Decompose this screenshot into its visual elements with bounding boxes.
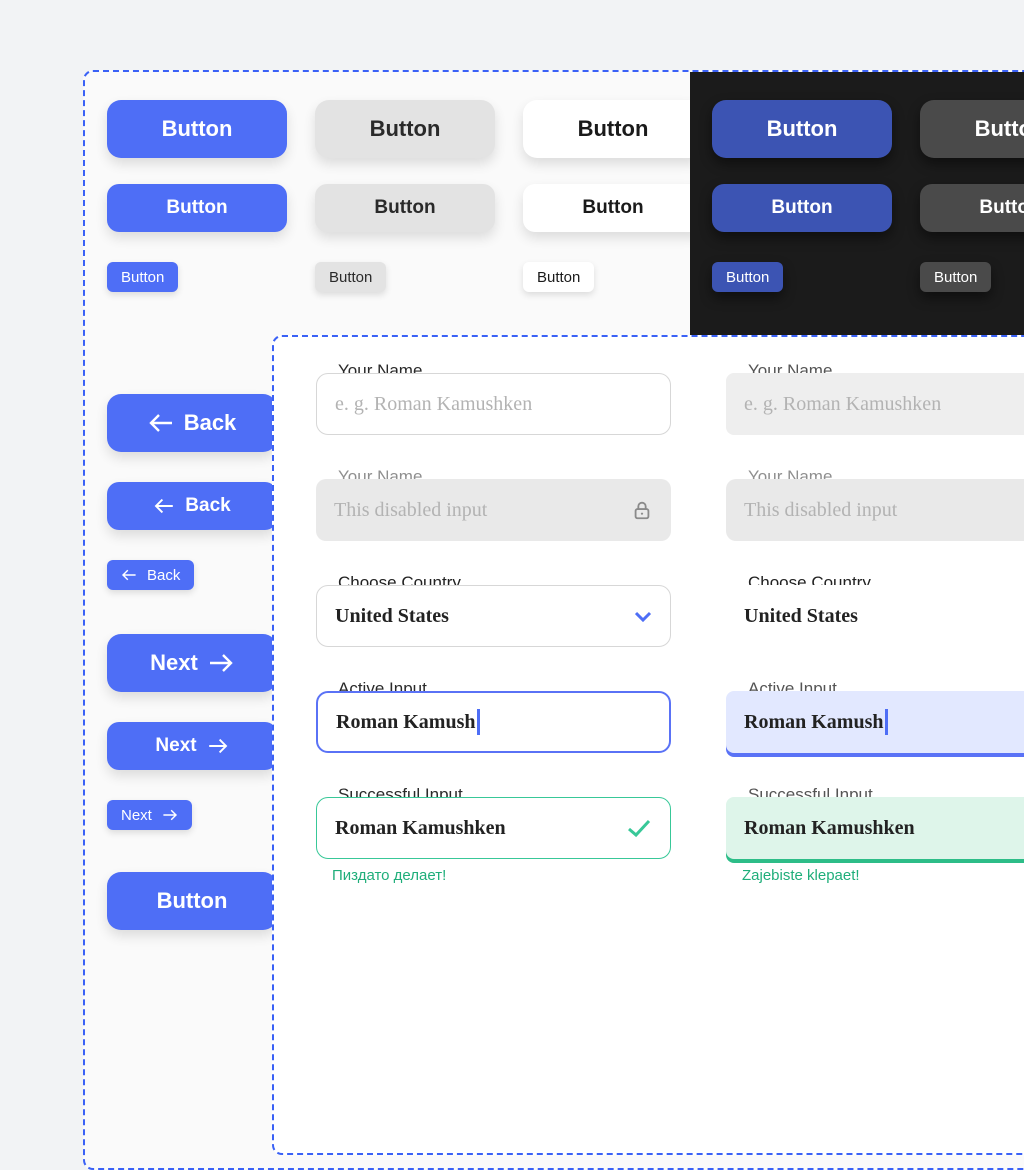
country-select-flat: Choose Country United States [726,585,1024,647]
arrow-left-icon [153,498,175,514]
active-input[interactable]: Roman Kamush [316,691,671,753]
name-field-flat: Your Name e. g. Roman Kamushken [726,373,1024,435]
button-tertiary-sm[interactable]: Button [523,262,594,292]
arrow-right-icon [207,738,229,754]
active-value: Roman Kamush [336,711,475,734]
active-value: Roman Kamush [744,711,883,734]
disabled-value: This disabled input [744,499,897,522]
text-caret [885,709,888,735]
next-button-md[interactable]: Next [107,722,277,770]
button-primary-md-dark[interactable]: Button [712,184,892,232]
back-button-sm[interactable]: Back [107,560,194,590]
success-value: Roman Kamushken [335,817,506,840]
disabled-value: This disabled input [334,499,487,522]
success-input-flat[interactable]: Roman Kamushken [726,797,1024,859]
arrow-left-icon [121,569,137,581]
lock-icon [631,499,653,521]
back-button-lg[interactable]: Back [107,394,277,452]
country-select[interactable]: United States [316,585,671,647]
button-secondary-sm[interactable]: Button [315,262,386,292]
country-select-flat[interactable]: United States [726,585,1024,647]
back-label: Back [147,567,180,584]
next-label: Next [150,650,198,676]
success-input[interactable]: Roman Kamushken [316,797,671,859]
country-select-outlined: Choose Country United States [316,585,671,647]
button-primary-lg-dark[interactable]: Button [712,100,892,158]
button-secondary-lg[interactable]: Button [315,100,495,158]
chevron-down-icon [634,610,652,622]
country-value: United States [744,605,858,628]
button-secondary-lg-dark[interactable]: Button [920,100,1024,158]
name-input-flat[interactable]: e. g. Roman Kamushken [726,373,1024,435]
button-primary-md[interactable]: Button [107,184,287,232]
active-input-flat[interactable]: Roman Kamush [726,691,1024,753]
nav-buttons-column: Back Back Back Next Next Ne [107,394,277,930]
success-helper: Zajebiste klepaet! [726,867,1024,884]
forms-panel: Your Name e. g. Roman Kamushken Your Nam… [272,335,1024,1155]
button-secondary-sm-dark[interactable]: Button [920,262,991,292]
disabled-field-flat: Your Name This disabled input [726,479,1024,541]
success-field-outlined: Successful Input Roman Kamushken Пиздато… [316,797,671,884]
arrow-right-icon [162,809,178,821]
arrow-left-icon [148,413,174,433]
buttons-dark-area: Button Button Button Button Button Butto… [690,72,1024,337]
name-input[interactable]: e. g. Roman Kamushken [316,373,671,435]
button-secondary-md-dark[interactable]: Button [920,184,1024,232]
country-value: United States [335,605,449,628]
button-primary-sm[interactable]: Button [107,262,178,292]
active-field-outlined: Active Input Roman Kamush [316,691,671,753]
next-label: Next [155,735,196,757]
back-label: Back [184,410,237,436]
name-field-outlined: Your Name e. g. Roman Kamushken [316,373,671,435]
text-caret [477,709,480,735]
disabled-input: This disabled input [316,479,671,541]
button-primary-sm-dark[interactable]: Button [712,262,783,292]
success-helper: Пиздато делает! [316,867,671,884]
success-value: Roman Kamushken [744,817,915,840]
forms-grid: Your Name e. g. Roman Kamushken Your Nam… [316,373,1024,884]
check-icon [626,818,652,838]
arrow-right-icon [208,653,234,673]
button-secondary-md[interactable]: Button [315,184,495,232]
back-label: Back [185,495,230,517]
button-primary-lg[interactable]: Button [107,100,287,158]
button-tertiary-lg[interactable]: Button [523,100,703,158]
success-field-flat: Successful Input Roman Kamushken Zajebis… [726,797,1024,884]
buttons-light-area: Button Button Button Button Button Butto… [85,72,690,337]
disabled-field-outlined: Your Name This disabled input [316,479,671,541]
disabled-input-flat: This disabled input [726,479,1024,541]
back-button-md[interactable]: Back [107,482,277,530]
next-button-sm[interactable]: Next [107,800,192,830]
next-label: Next [121,807,152,824]
active-field-flat: Active Input Roman Kamush [726,691,1024,753]
button-extra[interactable]: Button [107,872,277,930]
next-button-lg[interactable]: Next [107,634,277,692]
button-tertiary-md[interactable]: Button [523,184,703,232]
